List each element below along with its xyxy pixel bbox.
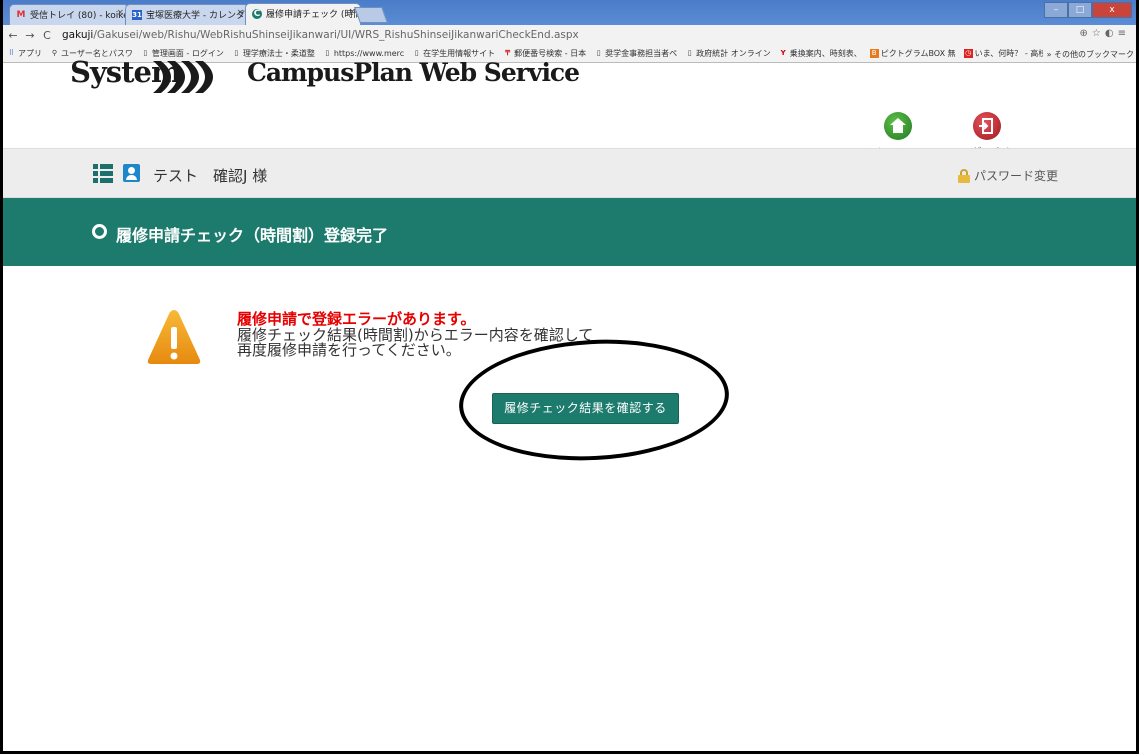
browser-window: M 受信トレイ (80) - koike × 31 宝塚医療大学 - カレンダ …	[0, 0, 1139, 754]
bookmark-label: https://www.merc	[333, 49, 405, 58]
lock-icon	[958, 168, 970, 183]
bookmark-label: ピクトグラムBOX 無	[880, 49, 956, 58]
reload-icon[interactable]: C	[40, 29, 54, 42]
omnibox-actions: ⊕☆◐≡	[1080, 28, 1130, 39]
page-icon: ▯	[234, 49, 239, 57]
bookmark-label: アプリ	[18, 49, 42, 58]
group-icon: ⚲	[51, 49, 58, 57]
bookmark-item[interactable]: Y 乗換案内、時刻表、	[779, 48, 862, 59]
bookmark-item[interactable]: B ピクトグラムBOX 無	[869, 48, 956, 59]
home-icon	[884, 112, 912, 140]
page-icon: ▯	[325, 49, 330, 57]
page-title: 履修申請チェック（時間割）登録完了	[116, 226, 389, 245]
bookmark-item[interactable]: ▯ https://www.merc	[323, 49, 404, 58]
list-menu-icon[interactable]	[93, 164, 113, 183]
url-host: gakuji	[62, 29, 94, 41]
bookmark-label: 乗換案内、時刻表、	[789, 49, 862, 58]
yahoo-icon: Y	[780, 49, 786, 57]
forward-icon[interactable]: →	[23, 29, 37, 42]
bookmark-label: 政府統計 オンライン	[696, 49, 771, 58]
minimize-button[interactable]: –	[1044, 2, 1068, 18]
tab-label: 受信トレイ (80) - koike	[30, 11, 129, 21]
circle-icon	[92, 224, 107, 239]
maximize-button[interactable]: □	[1068, 2, 1092, 18]
back-icon[interactable]: ←	[6, 29, 20, 42]
url-path: /Gakusei/web/Rishu/WebRishuShinseiJikanw…	[93, 29, 579, 41]
menu-icon[interactable]: ≡	[1118, 28, 1130, 39]
bookmark-apps[interactable]: ⠿ アプリ	[7, 48, 42, 59]
other-bookmarks[interactable]: » その他のブックマーク	[1042, 49, 1134, 60]
page-icon: ▯	[414, 49, 419, 57]
error-message: 履修申請で登録エラーがあります。 履修チェック結果(時間割)からエラー内容を確認…	[237, 311, 593, 359]
tab-label: 履修申請チェック (時間	[266, 10, 361, 20]
close-icon[interactable]: ×	[116, 8, 124, 18]
extension-icon[interactable]: ◐	[1105, 28, 1118, 39]
user-icon	[123, 164, 140, 182]
logout-icon	[973, 112, 1001, 140]
bookmark-item[interactable]: ▯ 政府統計 オンライン	[685, 48, 771, 59]
gmail-icon: M	[16, 10, 26, 20]
bookmark-item[interactable]: ▯ 奨学金事務担当者ペ	[594, 48, 677, 59]
page-icon: ▯	[687, 49, 692, 57]
tab-label: 宝塚医療大学 - カレンダ	[146, 11, 245, 21]
window-controls: – □ x	[1044, 2, 1132, 18]
logo-chevrons-icon	[153, 61, 213, 93]
password-change-label: パスワード変更	[974, 169, 1059, 183]
message-line-3: 再度履修申請を行ってください。	[237, 341, 461, 359]
clock-icon: ◷	[963, 49, 973, 58]
post-icon: 〒	[504, 49, 512, 57]
tab-calendar[interactable]: 31 宝塚医療大学 - カレンダ ×	[125, 4, 249, 25]
url-field[interactable]: gakuji/Gakusei/web/Rishu/WebRishuShinsei…	[62, 29, 579, 41]
calendar-icon: 31	[132, 10, 142, 20]
site-icon: C	[252, 9, 262, 19]
close-window-button[interactable]: x	[1092, 2, 1132, 18]
bookmark-label: 奨学金事務担当者ペ	[605, 49, 678, 58]
bookmark-label: いま、何時？ - 高校	[974, 49, 1047, 58]
apps-icon: ⠿	[8, 49, 15, 57]
zoom-icon[interactable]: ⊕	[1080, 28, 1092, 39]
close-icon[interactable]: ×	[236, 8, 244, 18]
user-bar: テスト 確認J 様 パスワード変更	[3, 148, 1136, 198]
service-name: CampusPlan Web Service	[247, 58, 580, 87]
tab-active[interactable]: C 履修申請チェック (時間 ×	[245, 3, 361, 25]
page-title-band: 履修申請チェック（時間割）登録完了	[3, 198, 1136, 266]
warning-icon	[147, 310, 201, 364]
tab-gmail[interactable]: M 受信トレイ (80) - koike ×	[9, 4, 129, 25]
box-icon: B	[869, 49, 879, 58]
page-icon: ▯	[596, 49, 601, 57]
bookmark-item[interactable]: ◷ いま、何時？ - 高校	[963, 48, 1047, 59]
star-icon[interactable]: ☆	[1092, 28, 1105, 39]
tab-strip: M 受信トレイ (80) - koike × 31 宝塚医療大学 - カレンダ …	[3, 0, 1136, 25]
address-bar-row: ← → C gakuji/Gakusei/web/Rishu/WebRishuS…	[3, 25, 1136, 45]
check-result-button[interactable]: 履修チェック結果を確認する	[492, 393, 679, 424]
password-change-link[interactable]: パスワード変更	[958, 167, 1058, 184]
user-name: テスト 確認J 様	[153, 167, 268, 185]
new-tab-button[interactable]	[354, 7, 388, 23]
